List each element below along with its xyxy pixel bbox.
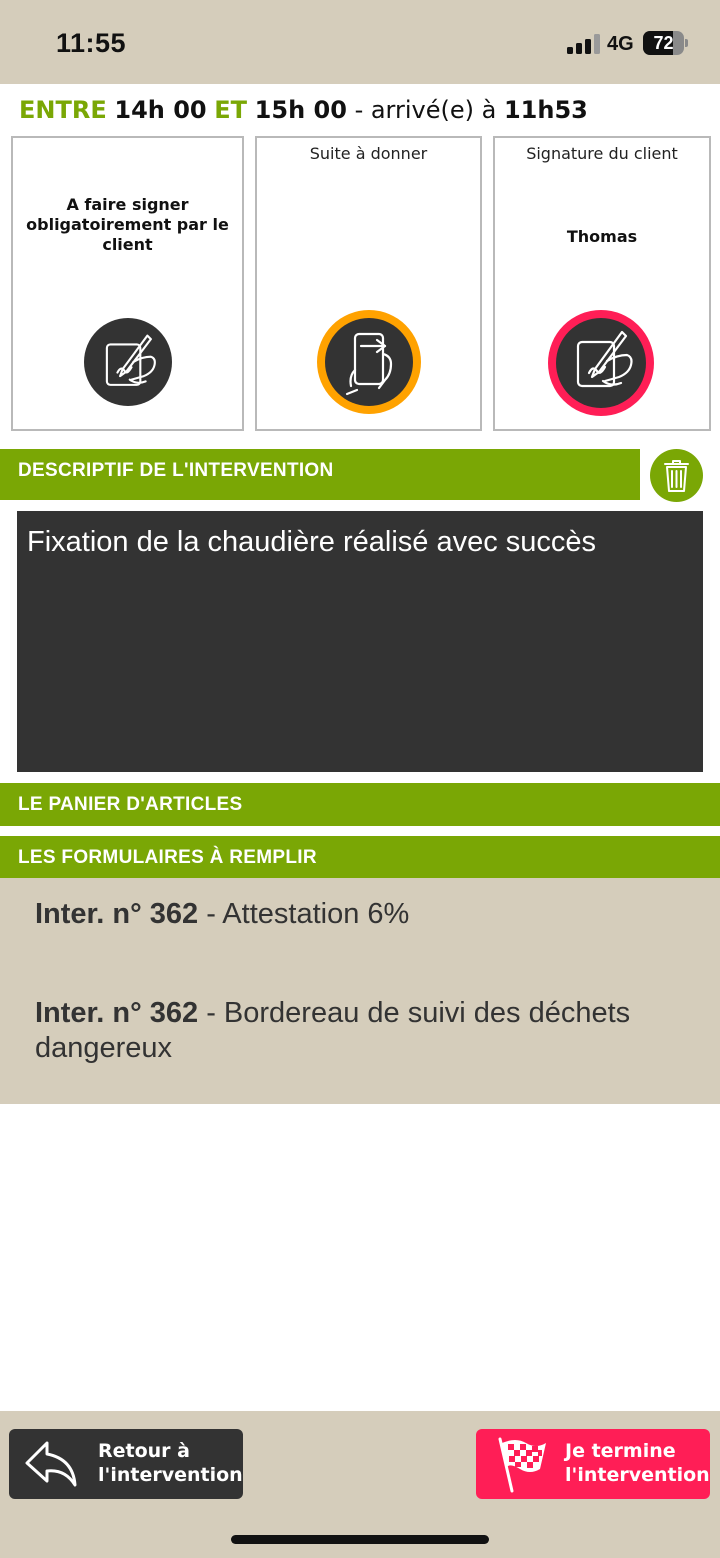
signature-required-card[interactable]: A faire signer obligatoirement par le cl… (11, 136, 244, 431)
form-item-label: - Attestation 6% (206, 898, 410, 930)
delete-description-button[interactable] (650, 449, 703, 502)
follow-up-caption: Suite à donner (309, 144, 428, 163)
bottom-action-bar: Retour à l'intervention Je termine l'int… (0, 1411, 720, 1558)
back-to-intervention-button[interactable]: Retour à l'intervention (9, 1429, 243, 1499)
clock: 11:55 (56, 28, 127, 58)
hand-signing-icon[interactable] (548, 310, 654, 416)
forms-section-header[interactable]: LES FORMULAIRES À REMPLIR (0, 836, 720, 879)
follow-up-card[interactable]: Suite à donner (255, 136, 482, 431)
trash-icon (664, 460, 689, 492)
battery-icon: 72 (643, 31, 689, 55)
battery-level: 72 (653, 33, 674, 53)
form-item-number: Inter. n° 362 (35, 997, 199, 1029)
hand-signing-icon[interactable] (84, 318, 172, 406)
to-time: 15h 00 (254, 96, 347, 124)
from-label: ENTRE (19, 96, 107, 124)
client-signature-name: Thomas (566, 227, 638, 246)
client-signature-caption: Signature du client (526, 144, 678, 163)
home-indicator[interactable] (231, 1535, 489, 1544)
cart-section-header[interactable]: LE PANIER D'ARTICLES (0, 783, 720, 826)
client-signature-card[interactable]: Signature du client Thomas (493, 136, 711, 431)
status-bar: 11:55 4G 72 (0, 0, 720, 84)
signature-required-text: A faire signer obligatoirement par le cl… (26, 195, 229, 254)
checkered-flag-icon (498, 1437, 546, 1493)
finish-button-label: Je termine l'intervention (565, 1440, 710, 1486)
description-section-header: DESCRIPTIF DE L'INTERVENTION (0, 449, 640, 500)
form-item-number: Inter. n° 362 (35, 898, 199, 930)
arrival-prefix: - arrivé(e) à (354, 96, 497, 124)
phone-transfer-icon[interactable] (317, 310, 421, 414)
forms-list: Inter. n° 362 - Attestation 6% Inter. n°… (0, 878, 720, 1104)
form-item-attestation[interactable]: Inter. n° 362 - Attestation 6% (35, 897, 695, 932)
network-type: 4G (607, 33, 634, 55)
from-time: 14h 00 (114, 96, 207, 124)
back-button-label: Retour à l'intervention (98, 1440, 243, 1486)
finish-intervention-button[interactable]: Je termine l'intervention (476, 1429, 710, 1499)
form-item-bordereau[interactable]: Inter. n° 362 - Bordereau de suivi des d… (35, 996, 695, 1066)
description-text-area[interactable]: Fixation de la chaudière réalisé avec su… (17, 511, 703, 772)
time-window: ENTRE 14h 00 ET 15h 00 - arrivé(e) à 11h… (19, 96, 588, 124)
arrival-time: 11h53 (503, 96, 588, 124)
back-arrow-icon (25, 1441, 77, 1487)
to-label: ET (214, 96, 248, 124)
cellular-signal-icon (567, 34, 600, 54)
